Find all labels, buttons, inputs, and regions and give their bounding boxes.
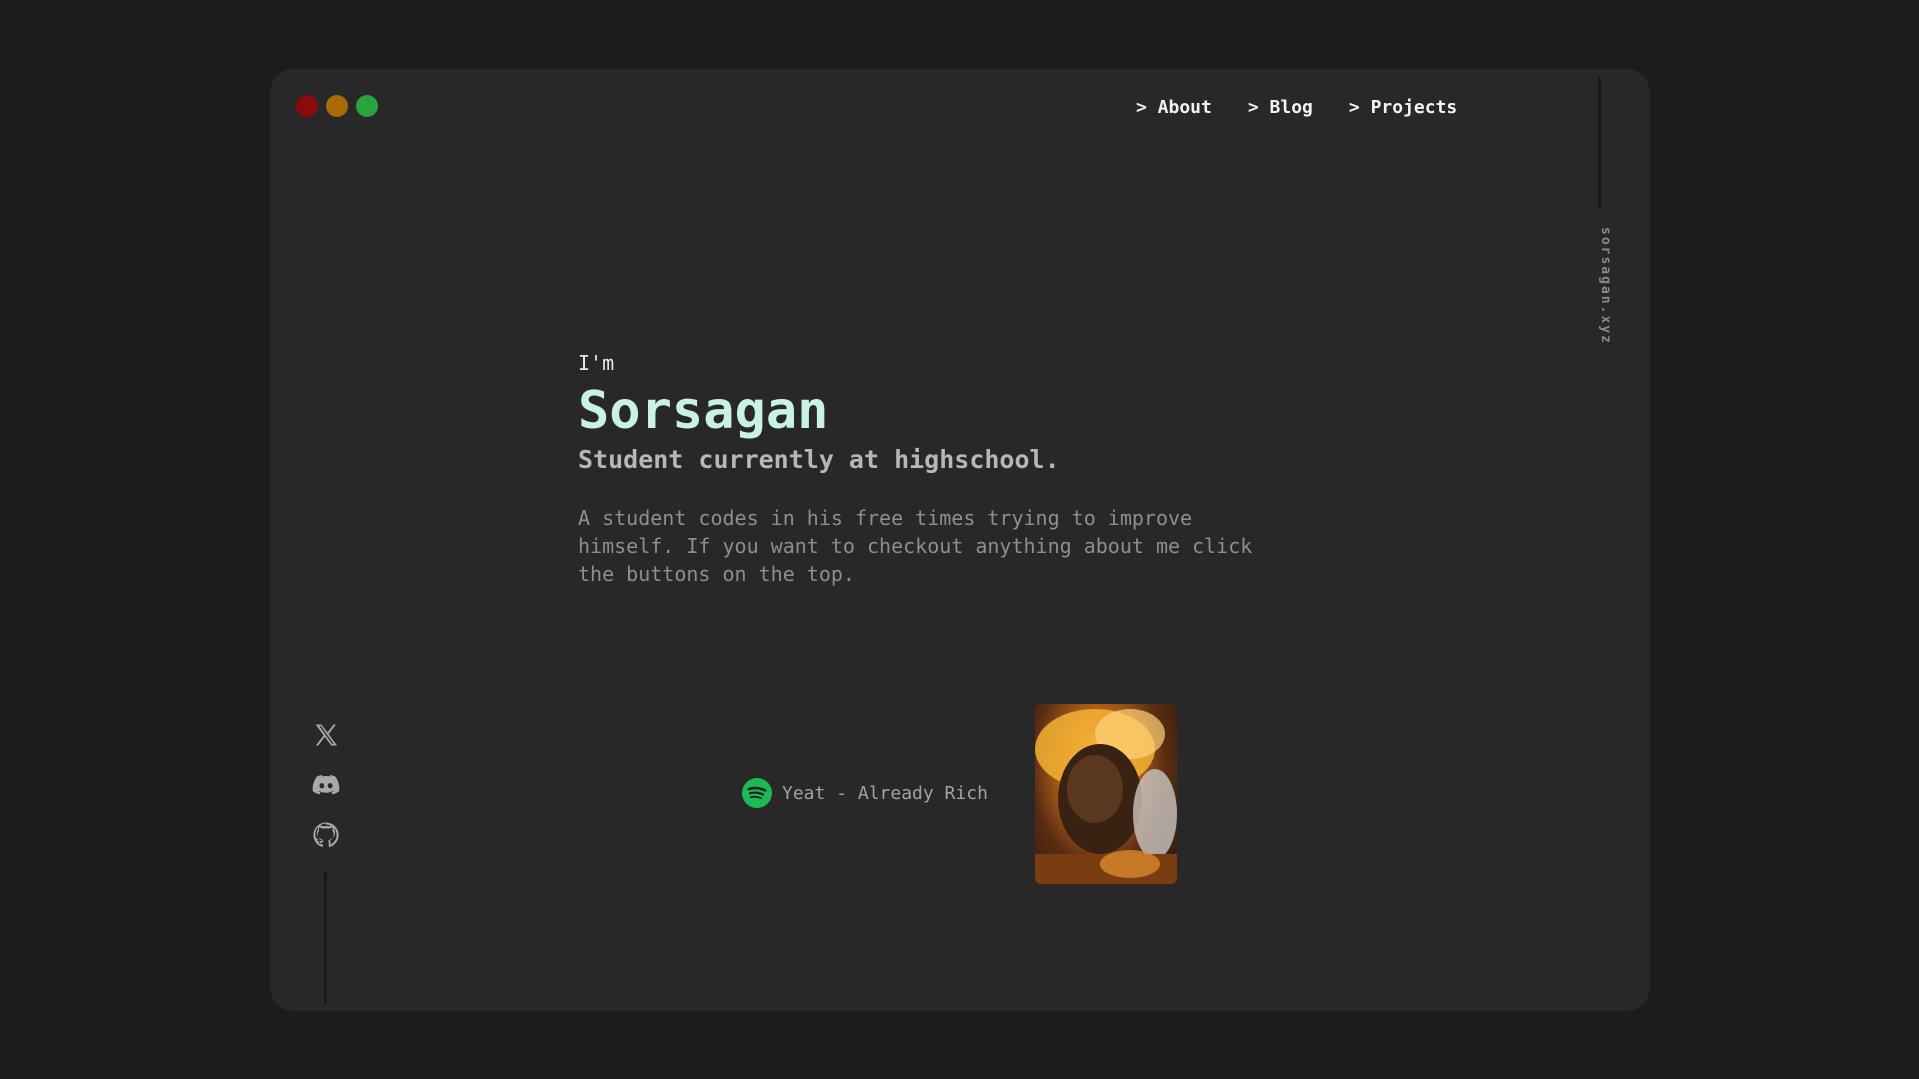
close-dot[interactable] — [296, 95, 318, 117]
hero-name: Sorsagan — [578, 381, 829, 441]
hero-section: I'm Sorsagan Student currently at highsc… — [578, 351, 1278, 608]
spotify-icon — [742, 778, 772, 808]
minimize-dot[interactable] — [326, 95, 348, 117]
nav-about-link[interactable]: > About — [1136, 97, 1212, 118]
album-cover[interactable] — [1035, 704, 1177, 884]
app-window: > About > Blog > Projects sorsagan.xyz I… — [270, 69, 1650, 1011]
nav-projects-link[interactable]: > Projects — [1349, 97, 1457, 118]
x-icon — [315, 724, 338, 746]
now-playing[interactable]: Yeat - Already Rich — [742, 778, 988, 808]
discord-icon — [312, 775, 340, 795]
github-icon[interactable] — [310, 819, 342, 851]
site-name: sorsagan.xyz — [1598, 227, 1613, 345]
discord-icon[interactable] — [310, 769, 342, 801]
hero-description: A student codes in his free times trying… — [578, 506, 1253, 587]
social-links — [310, 719, 342, 851]
top-nav: > About > Blog > Projects — [1136, 97, 1457, 118]
now-playing-track: Yeat - Already Rich — [782, 782, 988, 804]
window-controls — [296, 95, 378, 117]
github-icon — [313, 822, 339, 848]
hero-subtitle: Student currently at highschool. — [578, 445, 1060, 475]
bottom-left-divider — [324, 872, 327, 1004]
nav-blog-link[interactable]: > Blog — [1248, 97, 1313, 118]
hero-intro: I'm — [578, 351, 615, 375]
album-art-image — [1035, 709, 1177, 884]
maximize-dot[interactable] — [356, 95, 378, 117]
top-right-divider — [1598, 77, 1601, 209]
x-icon[interactable] — [310, 719, 342, 751]
